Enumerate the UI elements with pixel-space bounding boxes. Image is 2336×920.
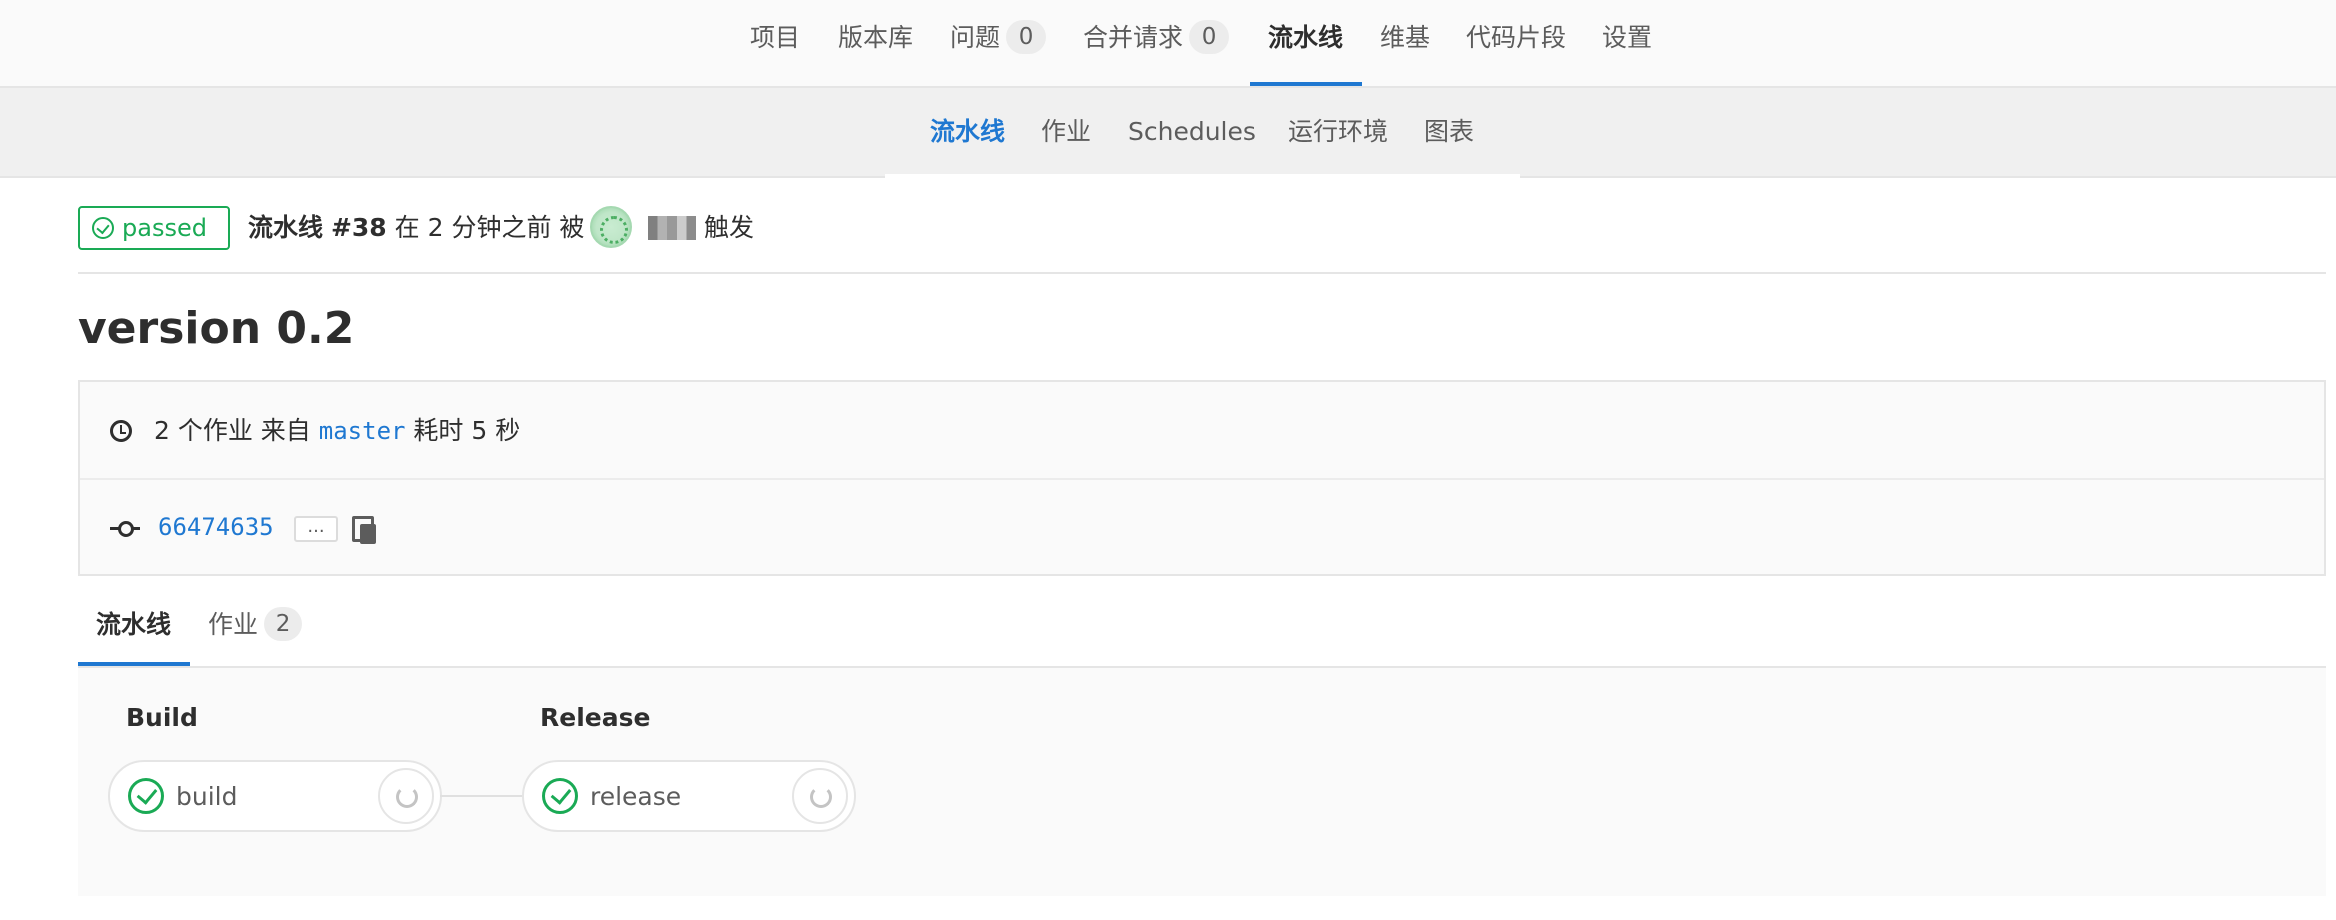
top-nav-item-repository[interactable]: 版本库 xyxy=(838,18,913,58)
pipeline-graph: Build Release build release xyxy=(78,668,2326,896)
page-title: version 0.2 xyxy=(78,303,355,354)
retry-icon[interactable] xyxy=(378,768,434,824)
clock-icon xyxy=(110,420,132,442)
expand-commit-message-button[interactable]: ... xyxy=(294,516,338,542)
commit-sha-link[interactable]: 66474635 xyxy=(158,506,274,548)
top-nav-item-wiki[interactable]: 维基 xyxy=(1380,18,1430,58)
sub-nav-item-jobs[interactable]: 作业 xyxy=(1041,112,1091,152)
check-circle-icon xyxy=(128,778,164,814)
stage-title-release: Release xyxy=(540,703,651,732)
top-nav-item-pipelines[interactable]: 流水线 xyxy=(1268,18,1343,58)
duration-text: 耗时 5 秒 xyxy=(413,416,521,445)
pipeline-label: 流水线 xyxy=(248,213,324,242)
top-nav-item-snippets[interactable]: 代码片段 xyxy=(1466,18,1566,58)
pipeline-number: #38 xyxy=(330,213,387,242)
job-name: build xyxy=(176,782,238,811)
stage-title-build: Build xyxy=(126,703,198,732)
top-nav-item-merge-requests[interactable]: 合并请求 0 xyxy=(1083,18,1230,58)
top-nav-item-label: 合并请求 xyxy=(1083,23,1184,52)
avatar[interactable] xyxy=(590,206,632,248)
copy-icon[interactable] xyxy=(352,516,380,544)
triggered-text: 触发 xyxy=(704,213,755,242)
tab-jobs-label: 作业 xyxy=(208,610,259,639)
tab-pipeline[interactable]: 流水线 xyxy=(96,602,171,648)
top-nav-item-settings[interactable]: 设置 xyxy=(1602,18,1652,58)
tab-active-indicator xyxy=(78,662,190,666)
jobs-count-text: 2 个作业 来自 xyxy=(154,416,311,445)
check-circle-icon xyxy=(92,217,114,239)
stage-connector xyxy=(440,795,524,797)
pipeline-header: passed 流水线 #38 在 2 分钟之前 被 触发 xyxy=(78,204,2326,274)
sub-nav-item-pipelines[interactable]: 流水线 xyxy=(930,112,1005,152)
job-name: release xyxy=(590,782,682,811)
job-release[interactable]: release xyxy=(522,760,856,832)
sub-nav-divider xyxy=(885,174,1520,178)
status-badge[interactable]: passed xyxy=(78,206,230,250)
commit-icon xyxy=(110,521,140,537)
pipeline-time: 在 2 分钟之前 被 xyxy=(394,213,585,242)
top-nav-item-project[interactable]: 项目 xyxy=(750,18,800,58)
jobs-summary: 2 个作业 来自 master 耗时 5 秒 xyxy=(154,410,520,452)
tab-jobs[interactable]: 作业 2 xyxy=(208,602,303,648)
issues-count-badge: 0 xyxy=(1006,20,1047,54)
sub-nav: 流水线 作业 Schedules 运行环境 图表 xyxy=(0,88,2336,178)
pipeline-info: 流水线 #38 在 2 分钟之前 被 xyxy=(248,204,584,252)
jobs-count-badge: 2 xyxy=(264,607,303,641)
jobs-summary-row: 2 个作业 来自 master 耗时 5 秒 xyxy=(80,382,2324,480)
top-nav-item-issues[interactable]: 问题 0 xyxy=(950,18,1047,58)
merge-requests-count-badge: 0 xyxy=(1189,20,1230,54)
sub-nav-item-charts[interactable]: 图表 xyxy=(1424,112,1474,152)
user-name-redacted[interactable] xyxy=(648,216,696,240)
top-nav-item-label: 问题 xyxy=(950,23,1001,52)
sub-nav-item-schedules[interactable]: Schedules xyxy=(1128,112,1256,152)
check-circle-icon xyxy=(542,778,578,814)
pipeline-info-box: 2 个作业 来自 master 耗时 5 秒 66474635 ... xyxy=(78,380,2326,576)
top-nav-active-indicator xyxy=(1250,82,1362,86)
pipeline-tabs: 流水线 作业 2 xyxy=(78,586,2326,668)
sub-nav-item-environments[interactable]: 运行环境 xyxy=(1288,112,1388,152)
branch-link[interactable]: master xyxy=(319,417,406,445)
job-build[interactable]: build xyxy=(108,760,442,832)
status-label: passed xyxy=(122,214,207,242)
retry-icon[interactable] xyxy=(792,768,848,824)
top-nav: 项目 版本库 问题 0 合并请求 0 流水线 维基 代码片段 设置 xyxy=(0,0,2336,88)
